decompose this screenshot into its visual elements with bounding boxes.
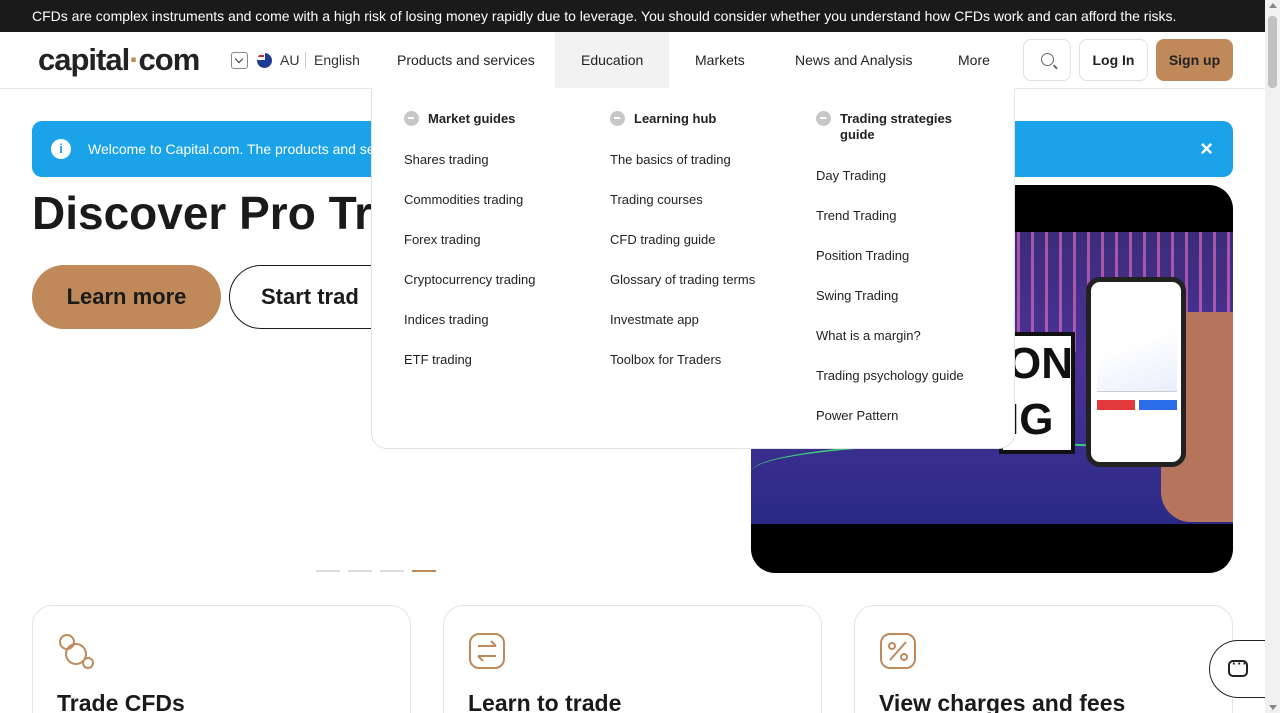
learning-hub-link[interactable]: Glossary of trading terms [610,272,755,287]
phone-sell-button [1097,400,1135,410]
welcome-banner-text: Welcome to Capital.com. The products and… [88,141,387,157]
carousel-dot-4[interactable] [412,570,436,572]
learning-hub-link[interactable]: The basics of trading [610,152,731,167]
nav-education[interactable]: Education [555,32,670,89]
trading-strategies-link[interactable]: What is a margin? [816,328,921,343]
trading-strategies-link[interactable]: Trading psychology guide [816,368,964,383]
learning-hub-link[interactable]: Toolbox for Traders [610,352,721,367]
language-divider [305,52,306,69]
trade-cfds-title: Trade CFDs [57,690,185,713]
learn-more-button[interactable]: Learn more [32,265,221,329]
logo-dot: · [129,42,139,77]
market-guides-link[interactable]: Indices trading [404,312,489,327]
trading-strategies-link[interactable]: Day Trading [816,168,886,183]
scrollbar-thumb[interactable] [1268,16,1277,88]
learning-hub-heading-label: Learning hub [634,111,717,126]
market-guides-heading-label: Market guides [428,111,516,126]
nav-news-and-analysis[interactable]: News and Analysis [769,32,939,89]
search-icon [1041,53,1054,66]
risk-warning-bar: CFDs are complex instruments and come wi… [0,0,1265,32]
site-header: capital·com AU English Products and serv… [0,32,1265,89]
learn-to-trade-card[interactable]: Learn to trade [443,605,822,713]
search-icon-handle [1053,64,1058,70]
exchange-arrows-icon [469,633,505,669]
nav-markets[interactable]: Markets [669,32,771,89]
australia-flag-icon [257,53,272,68]
heading-line-1: Trading strategies [840,111,952,126]
market-guides-link[interactable]: Commodities trading [404,192,523,207]
learn-to-trade-title: Learn to trade [468,690,622,713]
education-dropdown-menu: Market guides Shares trading Commodities… [371,88,1015,449]
learning-hub-link[interactable]: Trading courses [610,192,703,207]
nav-more[interactable]: More [932,32,1016,89]
arrow-right-icon [404,111,419,126]
scroll-down-arrow-icon[interactable] [1269,705,1277,710]
percent-icon [880,633,916,669]
scroll-up-arrow-icon[interactable] [1269,3,1277,8]
close-banner-icon[interactable]: × [1200,121,1213,177]
trading-strategies-link[interactable]: Power Pattern [816,408,898,423]
learning-hub-link[interactable]: CFD trading guide [610,232,716,247]
nav-products-and-services[interactable]: Products and services [371,32,561,89]
smartphone-trading-app-image [1086,277,1186,467]
search-button[interactable] [1023,39,1071,81]
log-in-button[interactable]: Log In [1079,39,1148,81]
logo-suffix: com [138,42,201,77]
language-selector[interactable]: English [314,52,360,68]
carousel-dot-2[interactable] [348,570,372,572]
carousel-dot-3[interactable] [380,570,404,572]
logo-main: capital [38,42,130,77]
market-guides-link[interactable]: Shares trading [404,152,489,167]
chat-support-button[interactable] [1209,640,1265,698]
trading-strategies-link[interactable]: Swing Trading [816,288,898,303]
risk-warning-text: CFDs are complex instruments and come wi… [32,8,1177,24]
coins-icon [59,634,94,669]
page: CFDs are complex instruments and come wi… [0,0,1265,713]
arrow-right-icon [610,111,625,126]
trading-strategies-heading-label: Trading strategies guide [840,111,952,143]
charges-and-fees-title: View charges and fees [879,690,1126,713]
vertical-scrollbar[interactable] [1265,0,1280,713]
hero-title: Discover Pro Tra [32,187,398,239]
trade-cfds-card[interactable]: Trade CFDs [32,605,411,713]
sign-up-button[interactable]: Sign up [1156,39,1233,81]
heading-line-2: guide [840,127,875,142]
info-icon: i [51,139,71,159]
trading-strategies-link[interactable]: Trend Trading [816,208,896,223]
phone-buy-button [1139,400,1177,410]
region-label[interactable]: AU [280,52,299,68]
phone-price-chart [1097,312,1177,392]
capital-com-logo[interactable]: capital·com [38,42,201,78]
arrow-right-icon [816,111,831,126]
chat-icon [1228,656,1248,677]
carousel-dot-1[interactable] [316,570,340,572]
charges-and-fees-card[interactable]: View charges and fees [854,605,1233,713]
trading-strategies-link[interactable]: Position Trading [816,248,909,263]
market-guides-link[interactable]: ETF trading [404,352,472,367]
market-guides-link[interactable]: Forex trading [404,232,481,247]
region-dropdown-chevron-icon[interactable] [231,52,248,69]
market-guides-link[interactable]: Cryptocurrency trading [404,272,536,287]
learning-hub-link[interactable]: Investmate app [610,312,699,327]
